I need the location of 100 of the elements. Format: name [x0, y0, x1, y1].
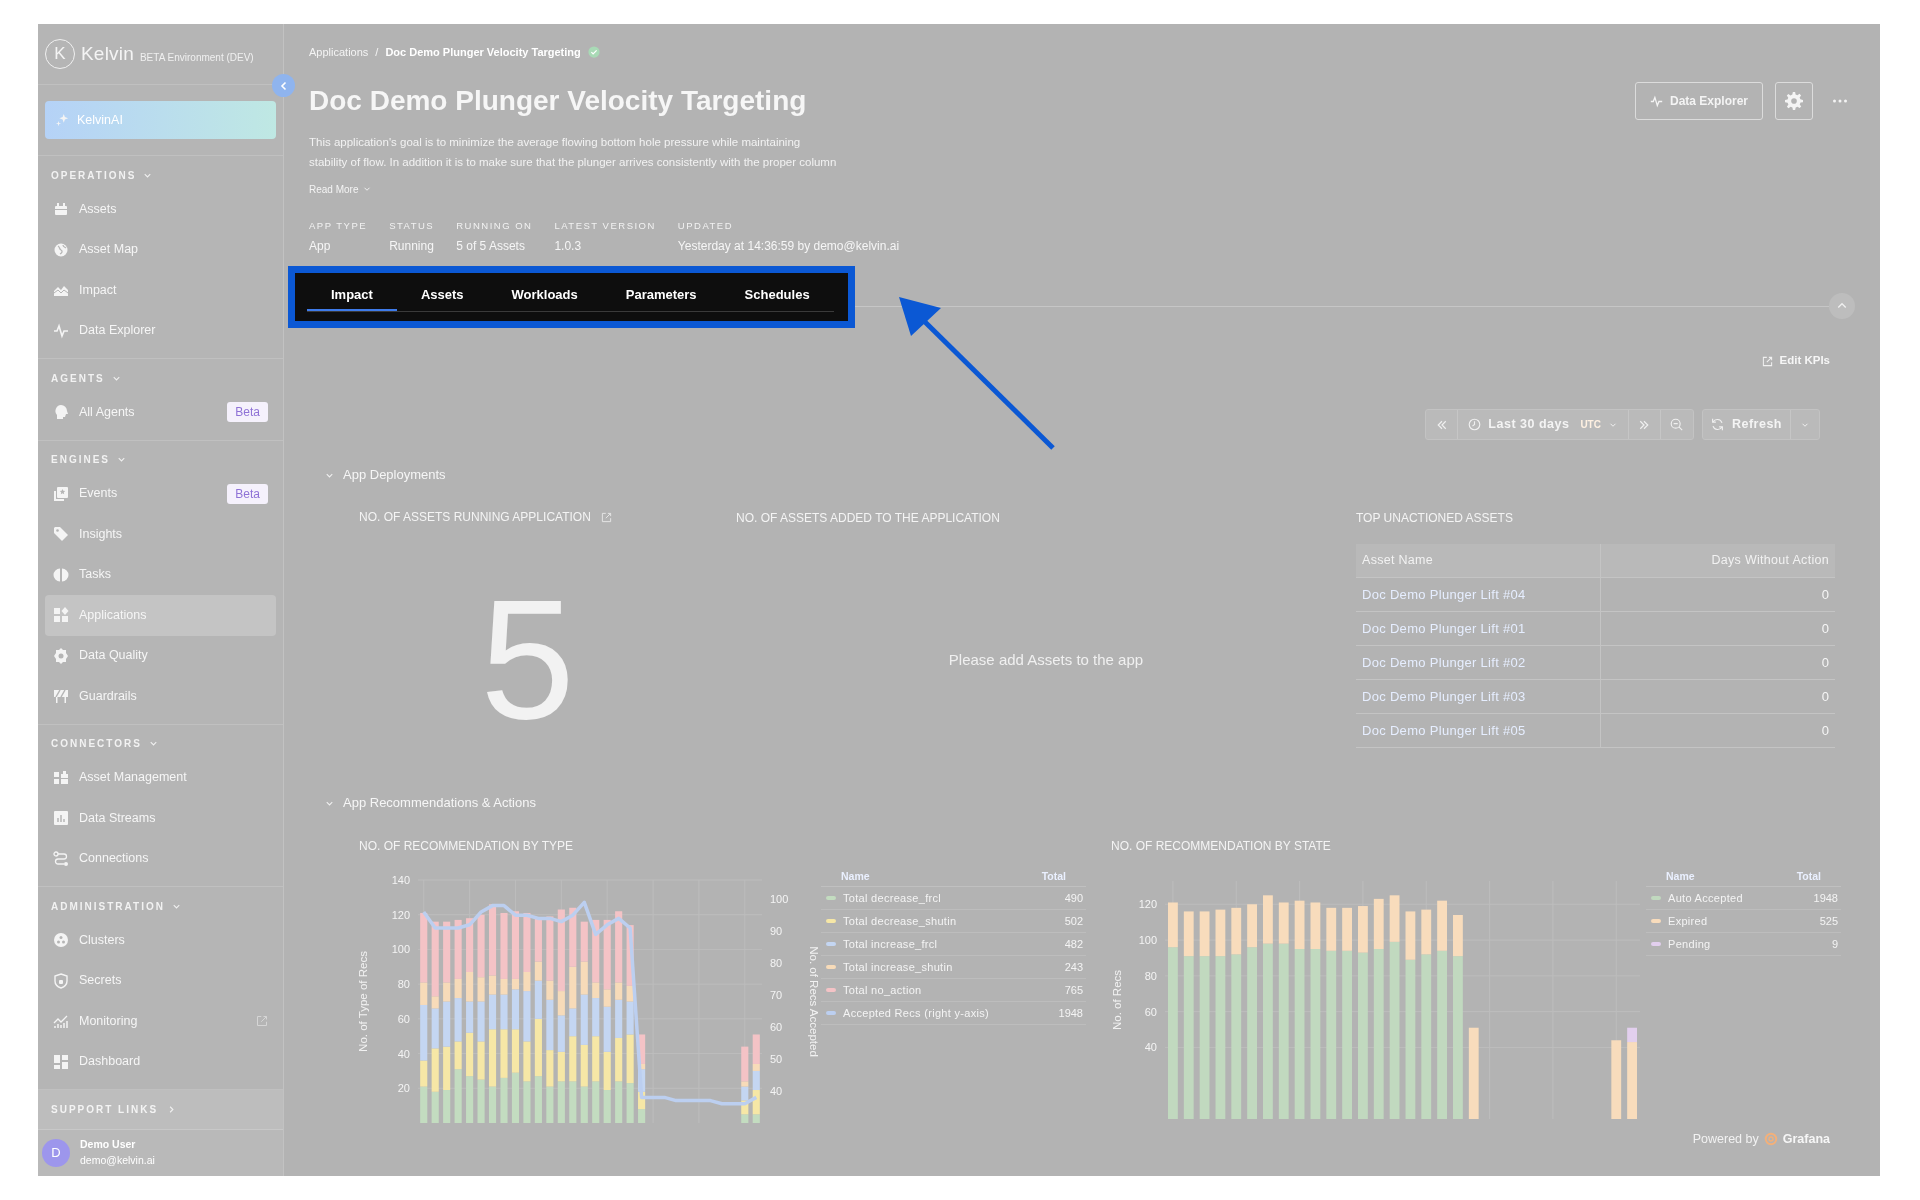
sidebar-item[interactable]: Data Quality — [45, 635, 276, 676]
sidebar-item[interactable]: Clusters — [45, 920, 276, 961]
section-title: OPERATIONS — [51, 168, 137, 183]
item-label: Data Streams — [79, 809, 157, 827]
sidebar-item[interactable]: Asset Map — [45, 229, 276, 270]
stat-value: 5 — [480, 574, 575, 744]
panel-title: NO. OF RECOMMENDATION BY TYPE — [359, 838, 574, 853]
collapse-button[interactable] — [272, 74, 295, 97]
sidebar-item[interactable]: Data Streams — [45, 798, 276, 839]
circle-dots-icon — [53, 932, 69, 949]
column-header: Name — [1666, 868, 1696, 884]
tab[interactable]: Parameters — [601, 281, 721, 311]
legend-label: Auto Accepted — [1668, 890, 1744, 906]
axis-title: No. of Recs Accepted — [808, 946, 820, 1057]
sidebar-item[interactable]: Data Explorer — [45, 310, 276, 351]
refresh-icon — [1710, 418, 1724, 431]
sidebar-item[interactable]: Asset Management — [45, 757, 276, 798]
legend-value: 482 — [1064, 936, 1083, 952]
legend-value: 1948 — [1058, 1005, 1083, 1021]
breadcrumb-current: Doc Demo Plunger Velocity Targeting — [385, 44, 581, 60]
collapse-button[interactable] — [1829, 293, 1855, 319]
legend-value: 243 — [1064, 959, 1083, 975]
breadcrumb-separator: / — [375, 44, 379, 60]
route-icon — [53, 850, 69, 867]
sidebar-item[interactable]: Events Beta — [45, 473, 276, 514]
pulse-icon — [1649, 94, 1663, 108]
legend-label: Accepted Recs (right y-axis) — [843, 1005, 990, 1021]
kelvinai-button[interactable]: KelvinAI — [45, 101, 276, 139]
axis-tick-label: 40 — [397, 1047, 410, 1060]
item-label: Assets — [79, 200, 118, 218]
legend-value: 525 — [1819, 913, 1838, 929]
sidebar-item[interactable]: Dashboard — [45, 1041, 276, 1082]
meta-value: Running — [389, 238, 435, 253]
asset-link[interactable]: Doc Demo Plunger Lift #03 — [1356, 680, 1601, 713]
item-label: Data Quality — [79, 647, 149, 665]
axis-tick-label: 70 — [770, 989, 783, 1002]
breadcrumb-link[interactable]: Applications — [309, 43, 369, 61]
meta-value: Yesterday at 14:36:59 by demo@kelvin.ai — [677, 238, 900, 253]
item-label: Dashboard — [79, 1053, 142, 1071]
legend-value: 502 — [1064, 913, 1083, 929]
asset-link[interactable]: Doc Demo Plunger Lift #04 — [1356, 578, 1601, 611]
tab[interactable]: Workloads — [487, 281, 602, 311]
axis-tick-label: 80 — [770, 957, 783, 970]
barrier-icon — [53, 688, 69, 705]
grid-icon — [53, 607, 69, 624]
axis-tick-label: 120 — [1138, 898, 1157, 911]
spiral-icon — [1763, 1132, 1778, 1147]
sidebar-item[interactable]: Connections — [45, 838, 276, 879]
asset-link[interactable]: Doc Demo Plunger Lift #05 — [1356, 714, 1601, 747]
time-range-label: Last 30 days — [1488, 416, 1570, 434]
sidebar-item[interactable]: Assets — [45, 189, 276, 230]
meta-label: UPDATED — [677, 219, 735, 231]
tab[interactable]: Assets — [396, 281, 488, 311]
settings-button[interactable] — [1775, 82, 1813, 120]
axis-title: No. of Recs — [1111, 969, 1123, 1031]
column-header: Total — [1796, 868, 1821, 884]
table-cell-text: 0 — [1820, 619, 1830, 638]
timezone-label: UTC — [1580, 418, 1601, 432]
item-label: Events — [79, 485, 119, 503]
axis-tick-label: 140 — [391, 874, 410, 886]
section-title: ADMINISTRATION — [51, 899, 165, 914]
external-link-icon — [600, 511, 612, 523]
tab[interactable]: Impact — [307, 281, 397, 311]
data-explorer-button[interactable]: Data Explorer — [1634, 82, 1763, 120]
table-cell-text: 0 — [1820, 721, 1830, 740]
axis-tick-label: 60 — [1144, 1005, 1157, 1018]
legend-label: Total no_action — [843, 982, 923, 998]
sidebar-item[interactable]: Tasks — [45, 554, 276, 595]
sidebar-item[interactable]: Insights — [45, 514, 276, 555]
sidebar-item[interactable]: Guardrails — [45, 676, 276, 717]
section-header[interactable]: App Deployments — [324, 466, 446, 484]
clock-icon — [1468, 418, 1482, 431]
sidebar-item[interactable]: Monitoring — [45, 1001, 276, 1042]
item-label: Impact — [79, 281, 118, 299]
chevron-left-icon — [278, 80, 289, 91]
legend-value: 765 — [1064, 982, 1083, 998]
meta-value: App — [309, 238, 332, 253]
edit-kpis-link[interactable]: Edit KPIs — [1761, 353, 1830, 369]
sidebar-item[interactable]: Secrets — [45, 960, 276, 1001]
tab[interactable]: Schedules — [720, 281, 834, 311]
axis-tick-label: 100 — [1138, 934, 1157, 947]
section-header[interactable]: App Recommendations & Actions — [324, 794, 536, 812]
axis-tick-label: 100 — [391, 943, 410, 956]
asset-link[interactable]: Doc Demo Plunger Lift #02 — [1356, 646, 1601, 679]
section-title: CONNECTORS — [51, 737, 142, 751]
line-chart-icon — [53, 1013, 69, 1030]
sidebar-item[interactable]: All Agents Beta — [45, 392, 276, 433]
axis-tick-label: 60 — [397, 1012, 410, 1025]
external-link-icon — [1761, 355, 1773, 367]
powered-by-label: Powered by — [1692, 1131, 1759, 1148]
sidebar-item[interactable]: Impact — [45, 270, 276, 311]
legend-label: Total increase_shutin — [843, 959, 954, 975]
axis-tick-label: 90 — [770, 925, 783, 938]
asset-link[interactable]: Doc Demo Plunger Lift #01 — [1356, 612, 1601, 645]
axis-tick-label: 80 — [1144, 969, 1157, 982]
section-title: AGENTS — [51, 371, 105, 386]
read-more-link[interactable]: Read More — [309, 182, 373, 196]
axis-tick-label: 40 — [1144, 1041, 1157, 1054]
image-stack-icon — [53, 485, 69, 502]
panel-title: NO. OF ASSETS ADDED TO THE APPLICATION — [736, 510, 1000, 525]
